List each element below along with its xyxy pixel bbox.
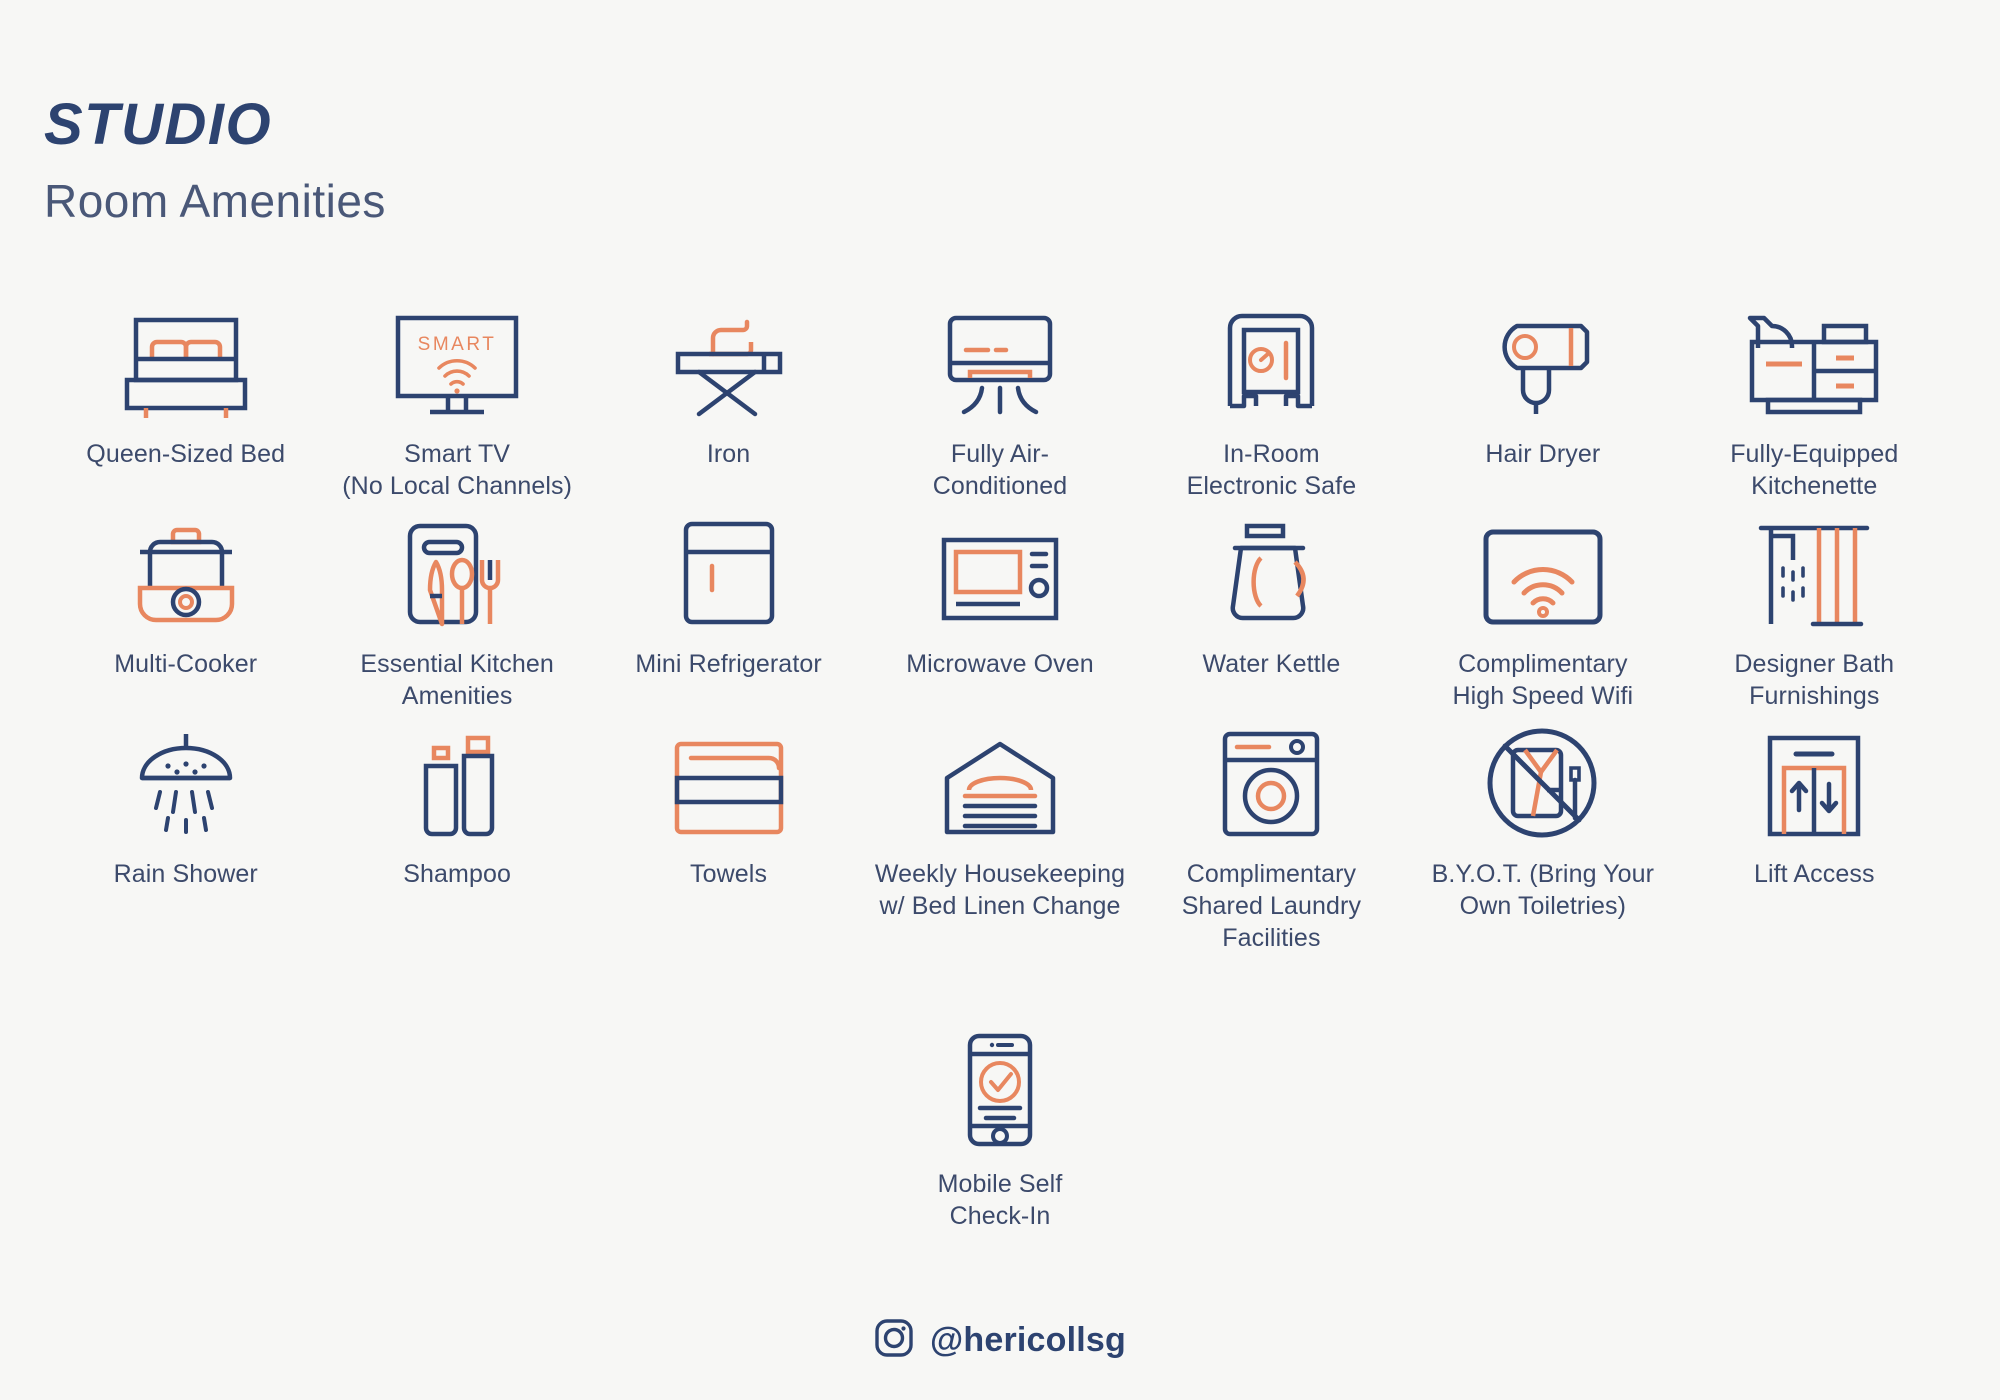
amenity-item-bath-furnishings: Designer Bath Furnishings [1679, 510, 1950, 712]
amenity-label: Complimentary Shared Laundry Facilities [1182, 858, 1361, 954]
amenity-label-line: Weekly Housekeeping [874, 860, 1126, 888]
amenity-label: Iron [706, 440, 751, 468]
amenity-label-line: Complimentary [1186, 860, 1357, 888]
amenity-label-line: Check-In [949, 1202, 1051, 1230]
page-subtitle: Room Amenities [44, 175, 386, 227]
amenity-label-line: In-Room [1223, 440, 1320, 468]
amenity-label-line: (No Local Channels) [342, 472, 573, 500]
shower-curtain-icon [1757, 510, 1871, 628]
amenity-label-line: w/ Bed Linen Change [879, 892, 1121, 920]
amenity-label-line: Facilities [1222, 924, 1321, 952]
amenity-label: Towels [690, 860, 768, 888]
amenity-item-lift-access: Lift Access [1679, 720, 1950, 954]
housekeeping-icon [937, 720, 1063, 838]
safe-icon [1216, 300, 1326, 418]
bed-icon [121, 300, 251, 418]
amenity-item-rain-shower: Rain Shower [50, 720, 321, 954]
amenity-label-line: Conditioned [932, 472, 1068, 500]
iron-icon [669, 300, 789, 418]
amenity-label: Designer Bath Furnishings [1734, 648, 1894, 712]
header: STUDIO Room Amenities [44, 92, 386, 227]
amenity-item-air-conditioned: Fully Air- Conditioned [864, 300, 1135, 502]
page-title: STUDIO [44, 92, 273, 157]
towels-icon [669, 720, 789, 838]
multi-cooker-icon [124, 510, 248, 628]
amenity-label: Lift Access [1753, 860, 1875, 888]
amenity-item-hair-dryer: Hair Dryer [1407, 300, 1678, 502]
smart-tv-screen-text: SMART [418, 334, 497, 355]
amenity-label: In-Room Electronic Safe [1187, 438, 1357, 502]
rain-shower-icon [124, 720, 248, 838]
amenity-item-multi-cooker: Multi-Cooker [50, 510, 321, 712]
amenity-label: Essential Kitchen Amenities [360, 648, 553, 712]
instagram-handle[interactable]: @hericollsg [930, 1321, 1126, 1360]
amenity-item-shampoo: Shampoo [321, 720, 592, 954]
amenity-label-line: Designer Bath [1734, 650, 1895, 678]
laundry-icon [1217, 720, 1325, 838]
amenity-label: Mini Refrigerator [635, 650, 822, 678]
amenity-label-line: Essential Kitchen [360, 650, 554, 678]
microwave-icon [936, 510, 1064, 628]
amenity-item-microwave-oven: Microwave Oven [864, 510, 1135, 712]
amenity-item-water-kettle: Water Kettle [1136, 510, 1407, 712]
amenity-label-line: High Speed Wifi [1452, 682, 1634, 710]
amenity-label: Hair Dryer [1485, 440, 1601, 468]
amenity-item-weekly-housekeeping: Weekly Housekeeping w/ Bed Linen Change [864, 720, 1135, 954]
amenity-label-line: Complimentary [1458, 650, 1628, 678]
amenity-label: Fully Air- Conditioned [933, 438, 1068, 502]
amenity-label-line: Mobile Self [937, 1170, 1063, 1198]
amenity-label: B.Y.O.T. (Bring Your Own Toiletries) [1432, 858, 1655, 922]
amenity-item-smart-tv: SMART Smart TV (No Local Channels) [321, 300, 592, 502]
amenity-label: Water Kettle [1202, 650, 1341, 678]
amenity-label-line: Kitchenette [1751, 472, 1878, 500]
amenity-label: Complimentary High Speed Wifi [1452, 648, 1633, 712]
amenity-item-kitchen-amenities: Essential Kitchen Amenities [321, 510, 592, 712]
amenity-item-high-speed-wifi: Complimentary High Speed Wifi [1407, 510, 1678, 712]
amenity-item-byot: B.Y.O.T. (Bring Your Own Toiletries) [1407, 720, 1678, 954]
amenity-item-queen-sized-bed: Queen-Sized Bed [50, 300, 321, 502]
amenity-label: Weekly Housekeeping w/ Bed Linen Change [875, 858, 1125, 922]
amenity-label: Mobile Self Check-In [938, 1168, 1063, 1232]
amenity-label: Smart TV (No Local Channels) [342, 438, 572, 502]
amenity-label: Microwave Oven [906, 650, 1094, 678]
amenity-item-iron: Iron [593, 300, 864, 502]
amenity-label-line: Shared Laundry [1181, 892, 1362, 920]
amenity-item-mobile-checkin: Mobile Self Check-In [864, 1030, 1135, 1232]
mobile-checkin-icon [958, 1030, 1042, 1148]
amenity-label-line: Amenities [401, 682, 513, 710]
amenity-label-line: Fully-Equipped [1730, 440, 1899, 468]
kettle-icon [1217, 510, 1325, 628]
amenity-label: Multi-Cooker [114, 650, 258, 678]
amenities-grid: Queen-Sized Bed SMART Smart TV (No Local… [50, 300, 1950, 1232]
amenity-label-line: Electronic Safe [1186, 472, 1357, 500]
cutlery-board-icon [394, 510, 520, 628]
footer: @hericollsg [0, 1318, 2000, 1363]
shampoo-icon [400, 720, 514, 838]
amenity-label-line: Smart TV [404, 440, 511, 468]
amenity-label: Rain Shower [113, 860, 258, 888]
amenity-label-line: B.Y.O.T. (Bring Your [1431, 860, 1655, 888]
amenity-item-shared-laundry: Complimentary Shared Laundry Facilities [1136, 720, 1407, 954]
refrigerator-icon [676, 510, 782, 628]
amenity-label-line: Own Toiletries) [1459, 892, 1627, 920]
amenity-item-towels: Towels [593, 720, 864, 954]
wifi-icon [1480, 510, 1606, 628]
kitchenette-icon [1742, 300, 1886, 418]
amenity-label: Shampoo [403, 860, 511, 888]
hair-dryer-icon [1481, 300, 1605, 418]
no-toiletries-icon [1485, 720, 1601, 838]
instagram-icon[interactable] [874, 1318, 914, 1363]
smart-tv-icon: SMART [394, 300, 520, 418]
air-conditioner-icon [936, 300, 1064, 418]
amenity-item-mini-refrigerator: Mini Refrigerator [593, 510, 864, 712]
lift-icon [1762, 720, 1866, 838]
amenity-label-line: Fully Air- [950, 440, 1050, 468]
row-spacer [50, 962, 1950, 1022]
amenity-item-kitchenette: Fully-Equipped Kitchenette [1679, 300, 1950, 502]
amenity-label-line: Furnishings [1749, 682, 1880, 710]
amenity-label: Queen-Sized Bed [86, 440, 286, 468]
amenity-label: Fully-Equipped Kitchenette [1730, 438, 1898, 502]
amenities-infographic: STUDIO Room Amenities Queen-Sized Bed SM… [0, 0, 2000, 1400]
amenity-item-electronic-safe: In-Room Electronic Safe [1136, 300, 1407, 502]
